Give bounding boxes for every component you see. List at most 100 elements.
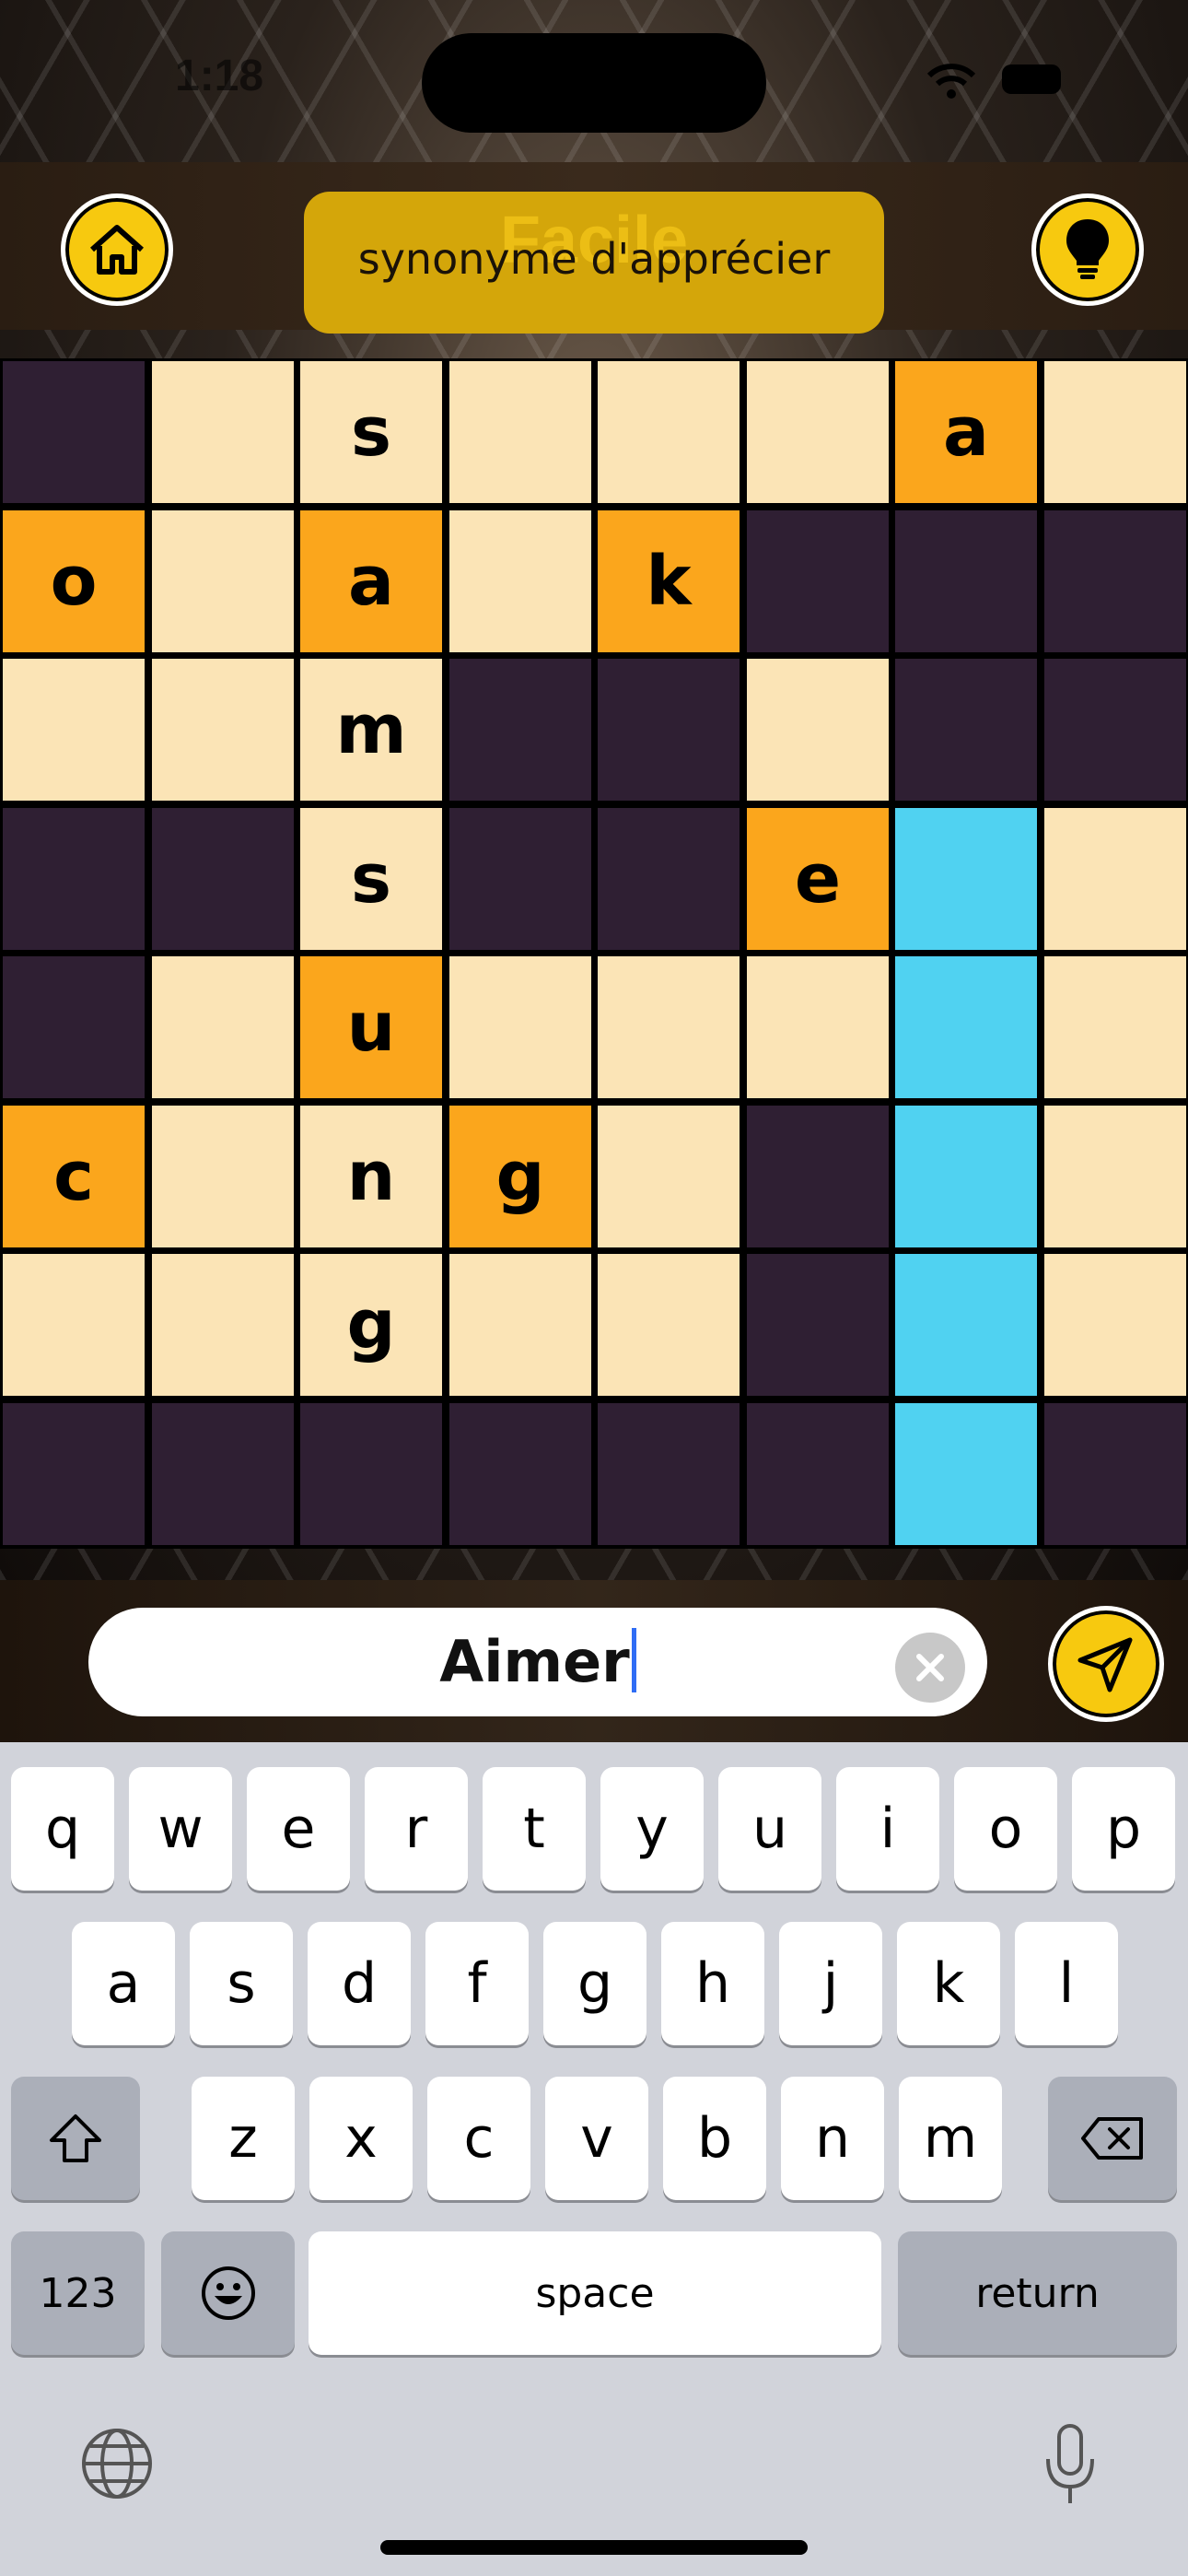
grid-cell[interactable] [895, 659, 1037, 801]
grid-cell[interactable] [598, 1106, 740, 1247]
grid-cell[interactable]: g [300, 1254, 442, 1396]
key-x[interactable]: x [309, 2077, 413, 2200]
grid-cell[interactable]: u [300, 956, 442, 1098]
grid-cell[interactable] [747, 361, 889, 503]
key-o[interactable]: o [954, 1767, 1057, 1891]
grid-cell[interactable] [598, 1254, 740, 1396]
grid-cell[interactable]: c [3, 1106, 145, 1247]
key-n[interactable]: n [781, 2077, 884, 2200]
clear-input-button[interactable] [895, 1633, 965, 1703]
grid-cell[interactable] [895, 510, 1037, 652]
grid-cell[interactable] [152, 1106, 294, 1247]
key-p[interactable]: p [1072, 1767, 1175, 1891]
grid-cell[interactable]: e [747, 808, 889, 950]
grid-cell[interactable] [1044, 1403, 1186, 1545]
grid-cell[interactable] [598, 361, 740, 503]
grid-cell[interactable] [449, 361, 591, 503]
grid-cell[interactable]: m [300, 659, 442, 801]
key-l[interactable]: l [1015, 1922, 1118, 2045]
grid-cell[interactable]: k [598, 510, 740, 652]
grid-cell[interactable] [449, 659, 591, 801]
submit-answer-button[interactable] [1048, 1606, 1164, 1722]
microphone-icon[interactable] [1042, 2422, 1098, 2507]
key-m[interactable]: m [899, 2077, 1002, 2200]
space-key[interactable]: space [309, 2231, 881, 2355]
grid-cell[interactable]: g [449, 1106, 591, 1247]
grid-cell[interactable] [747, 659, 889, 801]
grid-cell[interactable] [1044, 1254, 1186, 1396]
grid-cell[interactable] [598, 808, 740, 950]
grid-cell[interactable] [895, 956, 1037, 1098]
grid-cell[interactable] [1044, 956, 1186, 1098]
key-z[interactable]: z [192, 2077, 295, 2200]
grid-cell[interactable] [152, 1403, 294, 1545]
key-c[interactable]: c [427, 2077, 530, 2200]
grid-cell[interactable] [152, 361, 294, 503]
home-button[interactable] [61, 193, 173, 306]
grid-cell[interactable] [449, 1403, 591, 1545]
grid-cell[interactable] [895, 1403, 1037, 1545]
hint-button[interactable] [1031, 193, 1144, 306]
grid-cell[interactable] [747, 1106, 889, 1247]
grid-cell[interactable] [895, 1106, 1037, 1247]
key-a[interactable]: a [72, 1922, 175, 2045]
grid-cell[interactable] [3, 1254, 145, 1396]
grid-cell[interactable] [152, 808, 294, 950]
key-e[interactable]: e [247, 1767, 350, 1891]
key-s[interactable]: s [190, 1922, 293, 2045]
grid-cell[interactable]: n [300, 1106, 442, 1247]
key-y[interactable]: y [600, 1767, 704, 1891]
grid-cell[interactable] [449, 956, 591, 1098]
key-h[interactable]: h [661, 1922, 764, 2045]
grid-cell[interactable] [152, 956, 294, 1098]
grid-cell[interactable] [1044, 808, 1186, 950]
grid-cell[interactable] [3, 659, 145, 801]
grid-cell[interactable] [152, 659, 294, 801]
shift-key[interactable] [11, 2077, 140, 2200]
delete-key[interactable] [1048, 2077, 1177, 2200]
grid-cell[interactable] [449, 510, 591, 652]
grid-cell[interactable] [747, 956, 889, 1098]
numbers-key[interactable]: 123 [11, 2231, 145, 2355]
key-i[interactable]: i [836, 1767, 939, 1891]
grid-cell[interactable] [895, 1254, 1037, 1396]
key-f[interactable]: f [425, 1922, 529, 2045]
grid-cell[interactable] [3, 1403, 145, 1545]
key-v[interactable]: v [545, 2077, 648, 2200]
key-r[interactable]: r [365, 1767, 468, 1891]
emoji-key[interactable] [161, 2231, 295, 2355]
grid-cell[interactable] [300, 1403, 442, 1545]
grid-cell[interactable]: o [3, 510, 145, 652]
grid-cell[interactable] [3, 956, 145, 1098]
key-j[interactable]: j [779, 1922, 882, 2045]
grid-cell[interactable]: a [300, 510, 442, 652]
key-d[interactable]: d [308, 1922, 411, 2045]
answer-input[interactable]: Aimer [88, 1608, 987, 1716]
grid-cell[interactable] [598, 1403, 740, 1545]
grid-cell[interactable] [1044, 510, 1186, 652]
grid-cell[interactable] [449, 808, 591, 950]
key-t[interactable]: t [483, 1767, 586, 1891]
grid-cell[interactable] [747, 1254, 889, 1396]
grid-cell[interactable] [152, 1254, 294, 1396]
grid-cell[interactable] [1044, 659, 1186, 801]
return-key[interactable]: return [898, 2231, 1177, 2355]
globe-icon[interactable] [79, 2426, 155, 2501]
key-b[interactable]: b [663, 2077, 766, 2200]
grid-cell[interactable] [3, 361, 145, 503]
grid-cell[interactable] [895, 808, 1037, 950]
grid-cell[interactable]: s [300, 361, 442, 503]
grid-cell[interactable] [152, 510, 294, 652]
key-k[interactable]: k [897, 1922, 1000, 2045]
grid-cell[interactable] [449, 1254, 591, 1396]
grid-cell[interactable] [747, 1403, 889, 1545]
key-q[interactable]: q [11, 1767, 114, 1891]
grid-cell[interactable] [1044, 361, 1186, 503]
grid-cell[interactable] [598, 956, 740, 1098]
key-u[interactable]: u [718, 1767, 821, 1891]
grid-cell[interactable] [747, 510, 889, 652]
key-w[interactable]: w [129, 1767, 232, 1891]
grid-cell[interactable] [3, 808, 145, 950]
grid-cell[interactable]: a [895, 361, 1037, 503]
key-g[interactable]: g [543, 1922, 646, 2045]
